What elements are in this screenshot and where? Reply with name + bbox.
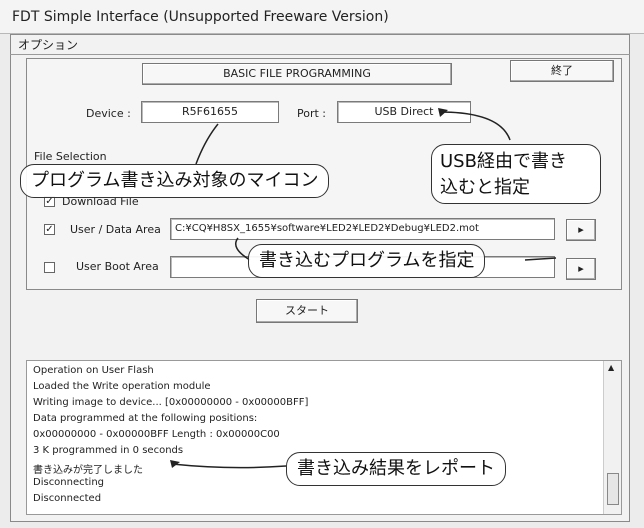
port-annotation-line2: 込むと指定 — [440, 177, 530, 198]
file-annotation-text: 書き込むプログラムを指定 — [259, 250, 475, 271]
log-annotation-text: 書き込み結果をレポート — [297, 458, 495, 479]
port-annotation-line1: USB経由で書き — [440, 151, 567, 172]
port-annotation: USB経由で書き 込むと指定 — [431, 144, 601, 204]
file-annotation: 書き込むプログラムを指定 — [248, 244, 486, 278]
device-annotation: プログラム書き込み対象のマイコン — [20, 164, 330, 198]
device-annotation-text: プログラム書き込み対象のマイコン — [31, 170, 319, 191]
log-annotation: 書き込み結果をレポート — [286, 452, 506, 486]
